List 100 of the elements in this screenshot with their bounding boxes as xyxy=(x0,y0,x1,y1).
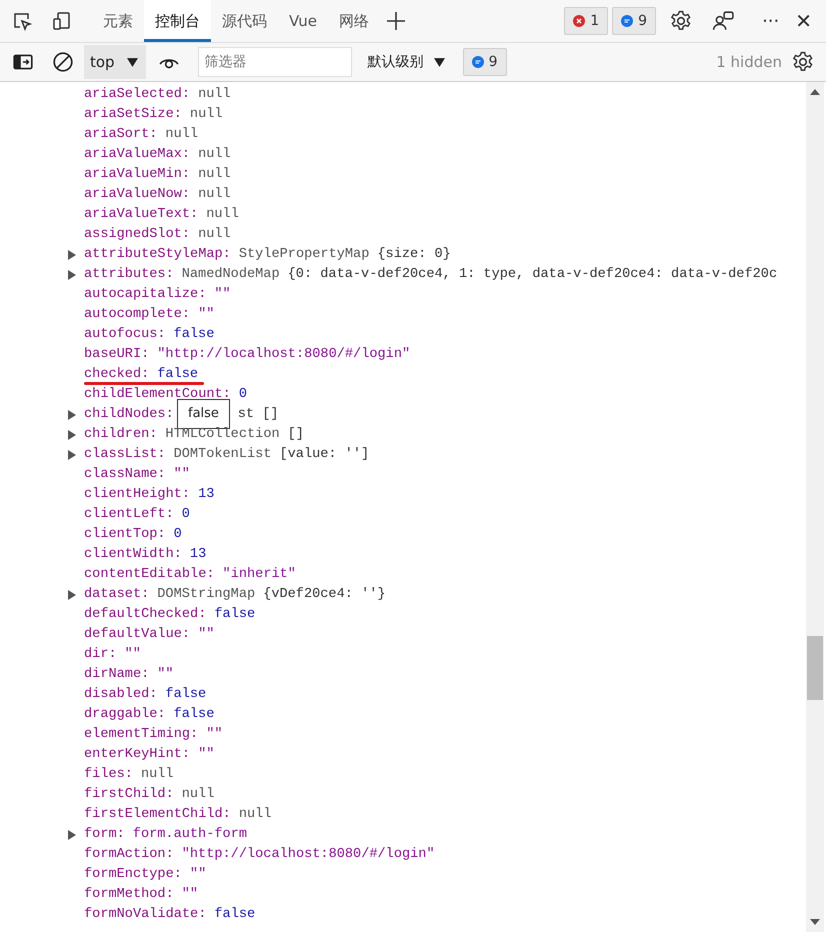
property-key: formNoValidate: xyxy=(84,905,206,925)
message-count-button[interactable]: 9 xyxy=(462,48,507,76)
expand-triangle-icon[interactable] xyxy=(68,450,76,460)
property-key: dir: xyxy=(84,645,117,665)
property-value: "" xyxy=(198,746,214,764)
property-key: clientTop: xyxy=(84,525,166,545)
settings-icon[interactable] xyxy=(792,51,814,73)
scroll-down-icon[interactable] xyxy=(810,919,820,925)
property-value: {0: data-v-def20ce4, 1: type, data-v-def20ce4: data-v-def20c xyxy=(288,266,778,284)
property-key: clientHeight: xyxy=(84,485,190,505)
property-value: null xyxy=(198,86,231,104)
property-type: StylePropertyMap xyxy=(238,246,370,264)
plus-icon[interactable] xyxy=(386,11,406,31)
property-value: "" xyxy=(124,646,141,664)
property-key: firstChild: xyxy=(84,785,174,805)
property-key: ariaValueText: xyxy=(84,205,198,225)
property-value: st [] xyxy=(238,406,279,424)
scrollbar[interactable] xyxy=(806,82,824,932)
property-key: attributes: xyxy=(84,265,174,285)
property-value: "http://localhost:8080/#/login" xyxy=(157,346,410,364)
close-button[interactable]: ✕ xyxy=(787,9,820,33)
message-icon xyxy=(472,56,484,68)
property-key: ariaSelected: xyxy=(84,85,190,105)
property-value: null xyxy=(206,206,239,224)
scroll-up-icon[interactable] xyxy=(810,89,820,95)
expand-triangle-icon[interactable] xyxy=(68,410,76,420)
property-key: dirName: xyxy=(84,665,150,685)
property-type: DOMTokenList xyxy=(174,446,272,464)
property-key: attributeStyleMap: xyxy=(84,245,231,265)
property-value: [] xyxy=(288,426,304,444)
property-value: {size: 0} xyxy=(377,246,451,264)
error-count-button[interactable]: 1 xyxy=(564,7,608,35)
property-key: classList: xyxy=(84,445,166,465)
property-key: checked: xyxy=(84,365,150,385)
panel-tab[interactable]: 元素 xyxy=(92,0,144,42)
expand-triangle-icon[interactable] xyxy=(68,250,76,260)
error-icon xyxy=(573,15,586,27)
people-icon[interactable] xyxy=(712,10,734,32)
property-value: "" xyxy=(206,726,223,744)
property-key: ariaSetSize: xyxy=(84,105,182,125)
level-dropdown[interactable]: 默认级别 xyxy=(362,52,451,72)
filter-field[interactable]: 筛选器 xyxy=(198,47,352,77)
expand-triangle-icon[interactable] xyxy=(68,590,76,600)
property-key: clientLeft: xyxy=(84,505,174,525)
property-value: null xyxy=(198,146,231,164)
settings-icon[interactable] xyxy=(670,10,692,32)
property-key: autocomplete: xyxy=(84,305,190,325)
expand-triangle-icon[interactable] xyxy=(68,270,76,280)
property-type: NamedNodeMap xyxy=(182,266,280,284)
property-value: null xyxy=(198,226,231,244)
property-key: defaultValue: xyxy=(84,625,190,645)
scroll-thumb[interactable] xyxy=(807,636,823,700)
caret-icon xyxy=(434,58,445,66)
property-type: HTMLCollection xyxy=(165,426,280,444)
property-value: false xyxy=(165,686,206,704)
property-key: assignedSlot: xyxy=(84,225,190,245)
property-key: ariaValueMin: xyxy=(84,165,190,185)
property-value: null xyxy=(140,766,174,784)
property-key: autocapitalize: xyxy=(84,285,206,305)
property-value: null xyxy=(238,806,272,824)
property-value: form.auth-form xyxy=(132,826,248,844)
property-value: "" xyxy=(182,886,198,904)
panel-tab[interactable]: 网络 xyxy=(328,0,380,42)
property-value: false xyxy=(157,366,198,384)
property-value: false xyxy=(174,326,214,344)
property-value: 13 xyxy=(198,486,214,504)
property-key: formAction: xyxy=(84,845,174,865)
property-key: defaultChecked: xyxy=(84,605,206,625)
expand-triangle-icon[interactable] xyxy=(68,830,76,840)
panel-tab[interactable]: Vue xyxy=(278,0,328,42)
property-value: false xyxy=(214,606,256,624)
property-value: 0 xyxy=(182,506,190,524)
inspect-icon[interactable] xyxy=(12,11,32,31)
property-key: ariaValueMax: xyxy=(84,145,190,165)
property-value: "" xyxy=(198,306,214,324)
property-key: children: xyxy=(84,425,158,445)
context-dropdown[interactable]: top xyxy=(84,45,146,79)
property-value: false xyxy=(174,706,214,724)
property-key: baseURI: xyxy=(84,345,150,365)
property-key: contentEditable: xyxy=(84,565,215,585)
clear-icon[interactable] xyxy=(52,51,74,73)
property-key: clientWidth: xyxy=(84,545,182,565)
device-icon[interactable] xyxy=(52,11,72,31)
property-key: enterKeyHint: xyxy=(84,745,190,765)
property-value: null xyxy=(165,126,198,144)
property-value: "inherit" xyxy=(222,566,296,584)
more-button[interactable]: ··· xyxy=(754,10,788,32)
property-key: formMethod: xyxy=(84,885,174,905)
message-count-button[interactable]: 9 xyxy=(612,7,656,35)
message-icon xyxy=(621,15,634,27)
property-value: "" xyxy=(174,466,190,484)
panel-tab[interactable]: 源代码 xyxy=(211,0,278,42)
expand-triangle-icon[interactable] xyxy=(68,430,76,440)
property-key: elementTiming: xyxy=(84,725,198,745)
property-key: className: xyxy=(84,465,166,485)
property-value: null xyxy=(182,786,214,804)
property-key: disabled: xyxy=(84,685,158,705)
panel-tab[interactable]: 控制台 xyxy=(144,0,211,42)
property-value: false xyxy=(214,906,256,924)
property-value: "" xyxy=(190,866,206,884)
